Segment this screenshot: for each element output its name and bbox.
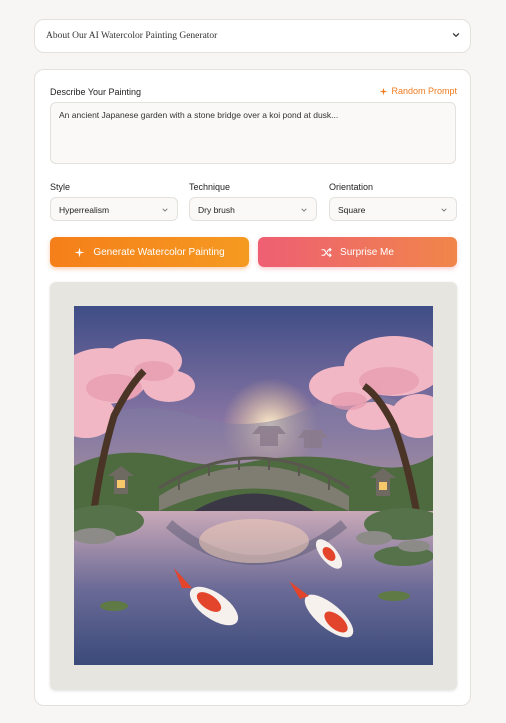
orientation-label: Orientation — [329, 182, 374, 192]
random-prompt-label: Random Prompt — [391, 86, 457, 96]
prompt-textarea[interactable]: An ancient Japanese garden with a stone … — [50, 102, 456, 164]
describe-label: Describe Your Painting — [50, 87, 142, 97]
orientation-select[interactable]: Square — [329, 197, 457, 221]
surprise-me-button[interactable]: Surprise Me — [258, 237, 457, 267]
generator-card: Describe Your Painting Random Prompt An … — [34, 69, 471, 706]
shuffle-sparkle-icon — [380, 87, 388, 95]
technique-value: Dry brush — [198, 205, 235, 215]
style-value: Hyperrealism — [59, 205, 110, 215]
style-label: Style — [50, 182, 71, 192]
generate-label: Generate Watercolor Painting — [93, 246, 225, 258]
prompt-placeholder: An ancient Japanese garden with a stone … — [59, 110, 339, 120]
technique-label: Technique — [189, 182, 231, 192]
random-prompt-link[interactable]: Random Prompt — [379, 86, 457, 96]
style-select[interactable]: Hyperrealism — [50, 197, 178, 221]
generate-button[interactable]: Generate Watercolor Painting — [50, 237, 249, 267]
generated-painting-image — [74, 306, 433, 665]
surprise-label: Surprise Me — [340, 246, 394, 258]
generated-painting-frame — [50, 282, 457, 690]
shuffle-icon — [321, 247, 332, 257]
chevron-down-icon[interactable] — [451, 30, 461, 40]
sparkle-icon — [74, 246, 85, 258]
chevron-down-icon — [301, 208, 307, 212]
technique-select[interactable]: Dry brush — [189, 197, 317, 221]
about-accordion[interactable]: About Our AI Watercolor Painting Generat… — [34, 19, 471, 53]
chevron-down-icon — [162, 208, 168, 212]
orientation-value: Square — [338, 205, 366, 215]
chevron-down-icon — [441, 208, 447, 212]
about-title: About Our AI Watercolor Painting Generat… — [46, 31, 218, 41]
